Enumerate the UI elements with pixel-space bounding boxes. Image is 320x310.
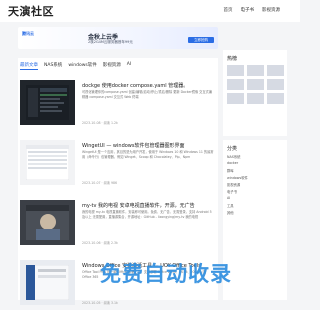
article-summary: 我的电视 my-tv 电视直播软件，安装即可使用。免费、无广告、无需登录，支持 … <box>82 210 212 219</box>
category-link[interactable]: 其他 <box>223 208 287 215</box>
article-title[interactable]: my-tv 我的电视 安卓电视直播软件，开源，无广告 <box>82 202 195 209</box>
hot-item-thumbnail[interactable] <box>267 93 284 104</box>
promo-banner[interactable]: 腾讯云 金秋上云季 2核2G4M云服务器首年99元 立即抢购 <box>18 27 218 49</box>
site-logo[interactable]: 天演社区 <box>8 3 54 19</box>
dockge-screenshot-icon <box>26 85 69 120</box>
category-link[interactable]: 群晖 <box>223 166 287 173</box>
article-meta: 2023-10-06 · 阅读 2.3k <box>82 241 118 245</box>
article-thumbnail[interactable] <box>20 140 75 185</box>
tv-app-screenshot-icon <box>26 205 69 240</box>
office-tool-screenshot-icon <box>26 265 69 300</box>
hot-item-thumbnail[interactable] <box>247 65 264 76</box>
article-thumbnail[interactable] <box>20 200 75 245</box>
category-link[interactable]: NAS系统 <box>223 152 287 159</box>
category-panel-title: 分类 <box>227 146 238 152</box>
article-meta: 2023-10-08 · 阅读 1.2k <box>82 121 118 125</box>
category-link[interactable]: 工具 <box>223 201 287 208</box>
hot-item-thumbnail[interactable] <box>267 79 284 90</box>
banner-brand: 腾讯云 <box>22 31 34 36</box>
hot-list-panel: 热榜 <box>223 50 287 136</box>
article-item[interactable]: WingetUI — windows软件包管理器图形界面 WingetUI 是一… <box>20 140 216 190</box>
category-link[interactable]: 影视资源 <box>223 180 287 187</box>
hot-list-row <box>223 90 287 104</box>
watermark-text: 免费自动收录 <box>100 262 232 286</box>
hot-item-thumbnail[interactable] <box>247 93 264 104</box>
category-panel: 分类 NAS系统 docker 群晖 windows软件 影视资源 电子书 AI… <box>223 140 287 300</box>
hot-item-thumbnail[interactable] <box>227 79 244 90</box>
article-thumbnail[interactable] <box>20 80 75 125</box>
article-meta: 2023-10-05 · 阅读 3.1k <box>82 301 118 305</box>
article-summary: WingetUI 是一个应用，其目的是为用户开发，使用于 Windows 10 … <box>82 150 214 159</box>
category-link[interactable]: docker <box>223 159 287 166</box>
wingetui-screenshot-icon <box>26 145 69 180</box>
hot-list-title: 热榜 <box>227 56 238 62</box>
tab-video-resources[interactable]: 影视资源 <box>103 62 121 70</box>
tab-ai[interactable]: AI <box>127 62 131 70</box>
article-item[interactable]: dockge 使用docker compose.yaml 管理器。 可视化管理你… <box>20 80 216 130</box>
category-tabs: 最新文章 NAS系统 windows软件 影视资源 AI <box>18 58 220 70</box>
hot-item-thumbnail[interactable] <box>247 79 264 90</box>
article-meta: 2023-10-07 · 阅读 986 <box>82 181 118 185</box>
category-link[interactable]: 电子书 <box>223 187 287 194</box>
banner-subtitle: 2核2G4M云服务器首年99元 <box>88 40 133 44</box>
tab-latest[interactable]: 最新文章 <box>20 62 38 70</box>
nav-item-ebooks[interactable]: 电子书 <box>241 7 255 13</box>
article-item[interactable]: my-tv 我的电视 安卓电视直播软件，开源，无广告 我的电视 my-tv 电视… <box>20 200 216 250</box>
nav-item-videos[interactable]: 影视资源 <box>262 7 280 13</box>
article-title[interactable]: WingetUI — windows软件包管理器图形界面 <box>82 142 185 149</box>
article-title[interactable]: dockge 使用docker compose.yaml 管理器。 <box>82 82 188 89</box>
article-thumbnail[interactable] <box>20 260 75 305</box>
nav-item-home[interactable]: 首页 <box>224 7 233 13</box>
hot-item-thumbnail[interactable] <box>227 65 244 76</box>
category-link[interactable]: AI <box>223 194 287 201</box>
hot-item-thumbnail[interactable] <box>227 93 244 104</box>
banner-cta-button[interactable]: 立即抢购 <box>188 37 214 43</box>
hot-list-row <box>223 76 287 90</box>
hot-item-thumbnail[interactable] <box>267 65 284 76</box>
tab-windows-software[interactable]: windows软件 <box>68 62 96 70</box>
main-nav: 首页 电子书 影视资源 <box>224 7 281 13</box>
tab-nas[interactable]: NAS系统 <box>44 62 62 70</box>
hot-list-row <box>223 62 287 76</box>
article-summary: 可视化管理你的compose.yaml 创建/编辑/启动/停止/重启/删除 更新… <box>82 90 212 99</box>
top-navbar: 天演社区 首页 电子书 影视资源 <box>0 0 300 22</box>
category-link[interactable]: windows软件 <box>223 173 287 180</box>
